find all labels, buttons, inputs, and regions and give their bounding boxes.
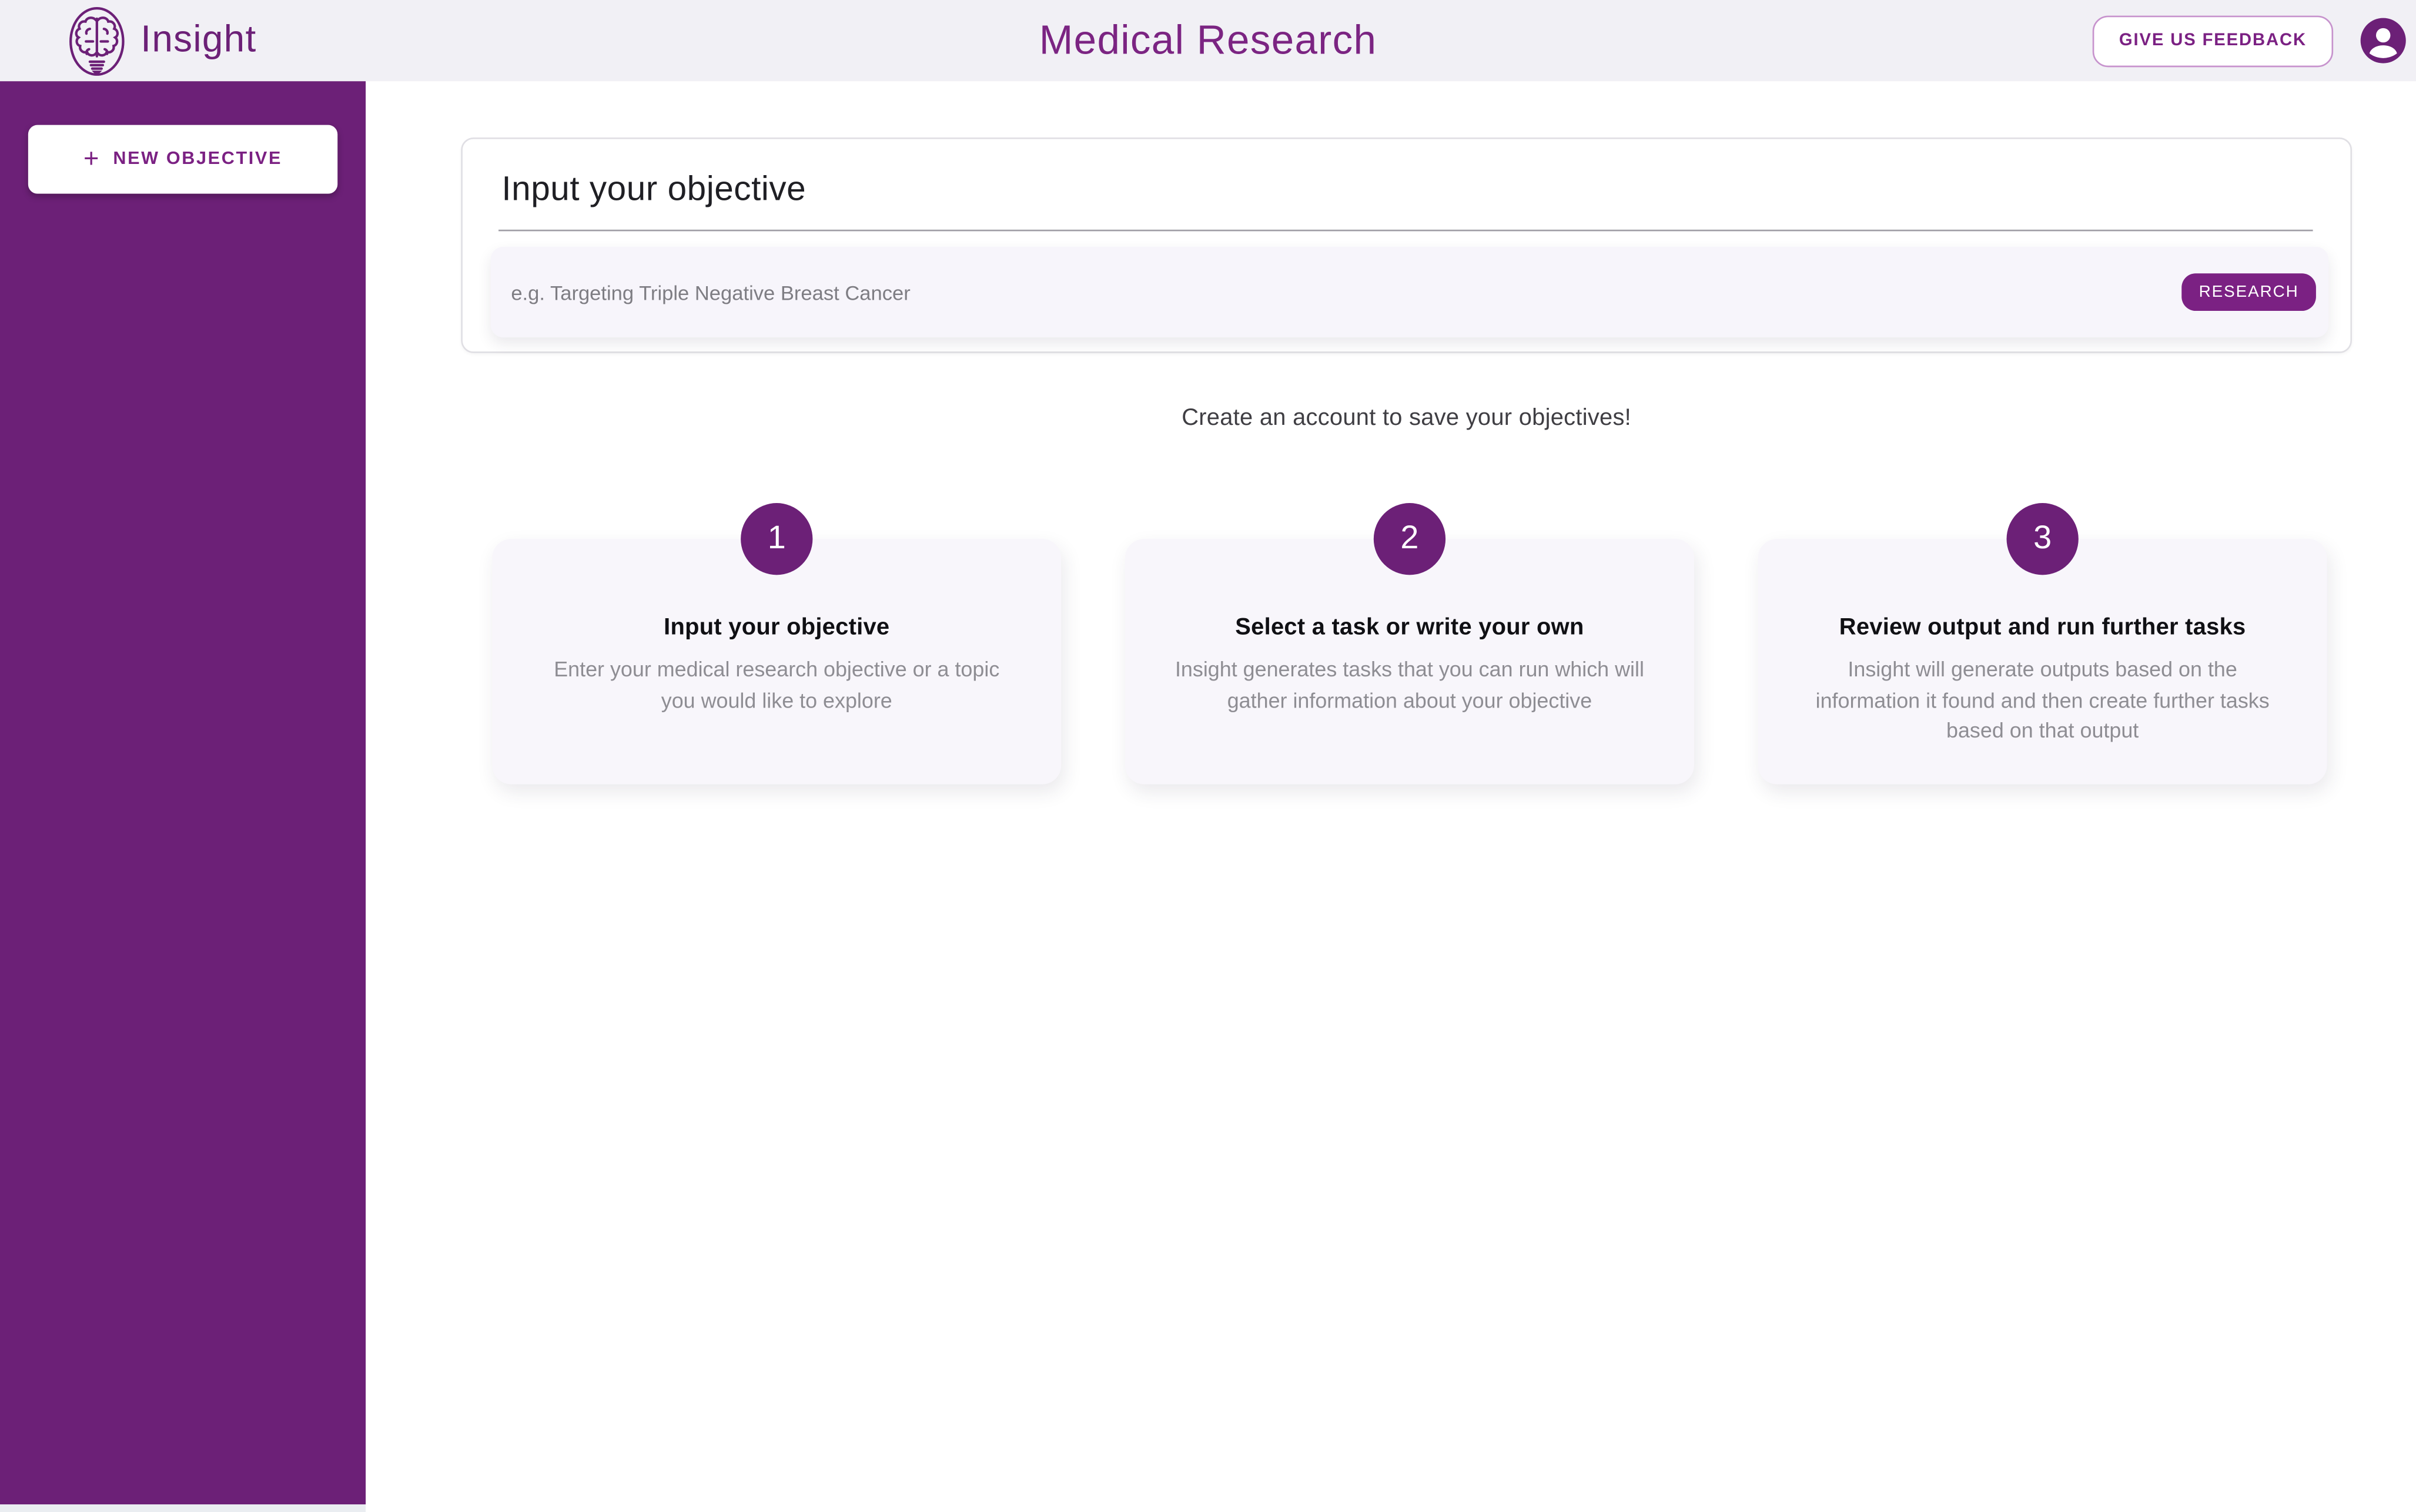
app-root: Insight Medical Research GIVE US FEEDBAC… — [0, 0, 2416, 1512]
step-description: Insight generates tasks that you can run… — [1172, 655, 1647, 716]
step-card: 2 Select a task or write your own Insigh… — [1125, 539, 1694, 784]
give-feedback-button[interactable]: GIVE US FEEDBACK — [2093, 15, 2333, 66]
objective-input-card: Input your objective RESEARCH — [461, 138, 2352, 353]
steps-row: 1 Input your objective Enter your medica… — [492, 539, 2327, 784]
step-number-badge: 3 — [2007, 503, 2079, 575]
objective-input[interactable] — [491, 247, 2182, 337]
main-content: Input your objective RESEARCH Create an … — [366, 81, 2416, 784]
step-number-badge: 1 — [741, 503, 812, 575]
step-description: Enter your medical research objective or… — [539, 655, 1014, 716]
card-divider — [498, 230, 2313, 232]
step-card: 1 Input your objective Enter your medica… — [492, 539, 1061, 784]
new-objective-button[interactable]: + NEW OBJECTIVE — [28, 125, 337, 194]
brand-name: Insight — [140, 19, 256, 62]
page-title: Medical Research — [1039, 16, 1377, 65]
user-icon — [2360, 45, 2407, 69]
user-avatar-button[interactable] — [2360, 17, 2407, 64]
step-title: Select a task or write your own — [1172, 614, 1647, 641]
plus-icon: + — [83, 145, 101, 171]
header-actions: GIVE US FEEDBACK — [2093, 15, 2407, 66]
new-objective-label: NEW OBJECTIVE — [113, 150, 282, 169]
research-button[interactable]: RESEARCH — [2181, 273, 2316, 311]
brain-lightbulb-icon — [69, 5, 125, 76]
objective-input-row: RESEARCH — [491, 247, 2328, 337]
step-description: Insight will generate outputs based on t… — [1805, 655, 2280, 746]
step-card: 3 Review output and run further tasks In… — [1758, 539, 2327, 784]
brand: Insight — [69, 5, 257, 76]
step-number-badge: 2 — [1374, 503, 1445, 575]
sidebar: + NEW OBJECTIVE — [0, 81, 366, 1504]
objective-card-title: Input your objective — [501, 169, 2313, 209]
step-title: Review output and run further tasks — [1805, 614, 2280, 641]
sidebar-bottom-strip — [0, 1504, 366, 1512]
app-header: Insight Medical Research GIVE US FEEDBAC… — [0, 0, 2416, 81]
step-title: Input your objective — [539, 614, 1014, 641]
account-prompt: Create an account to save your objective… — [461, 405, 2352, 431]
